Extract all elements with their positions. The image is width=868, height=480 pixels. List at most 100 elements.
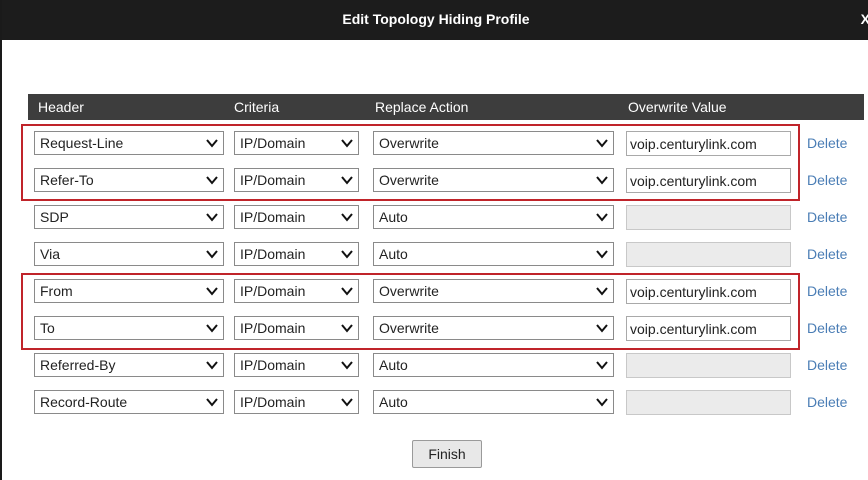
chevron-down-icon bbox=[595, 282, 609, 300]
chevron-down-icon bbox=[340, 208, 354, 226]
header-select-value: Referred-By bbox=[40, 357, 116, 373]
table-row: Referred-By IP/Domain Auto Delete bbox=[28, 348, 864, 382]
criteria-select[interactable]: IP/Domain bbox=[234, 279, 359, 303]
criteria-select-value: IP/Domain bbox=[240, 209, 306, 225]
delete-link[interactable]: Delete bbox=[807, 246, 847, 262]
replace-action-select-value: Overwrite bbox=[379, 135, 439, 151]
column-header-overwrite-value: Overwrite Value bbox=[628, 99, 727, 115]
overwrite-value-input bbox=[626, 353, 791, 378]
replace-action-select[interactable]: Overwrite bbox=[373, 316, 614, 340]
column-header-replace-action: Replace Action bbox=[375, 99, 469, 115]
criteria-select-value: IP/Domain bbox=[240, 172, 306, 188]
chevron-down-icon bbox=[595, 208, 609, 226]
chevron-down-icon bbox=[595, 245, 609, 263]
overwrite-value-input[interactable]: voip.centurylink.com bbox=[626, 131, 791, 156]
replace-action-select[interactable]: Auto bbox=[373, 390, 614, 414]
chevron-down-icon bbox=[340, 319, 354, 337]
chevron-down-icon bbox=[205, 393, 219, 411]
header-select-value: Request-Line bbox=[40, 135, 124, 151]
header-select[interactable]: Referred-By bbox=[34, 353, 224, 377]
criteria-select-value: IP/Domain bbox=[240, 357, 306, 373]
header-select[interactable]: Request-Line bbox=[34, 131, 224, 155]
chevron-down-icon bbox=[340, 393, 354, 411]
table-row: Refer-To IP/Domain Overwrite voip.centuryli… bbox=[28, 163, 864, 197]
criteria-select[interactable]: IP/Domain bbox=[234, 390, 359, 414]
criteria-select-value: IP/Domain bbox=[240, 135, 306, 151]
replace-action-select[interactable]: Overwrite bbox=[373, 168, 614, 192]
delete-link[interactable]: Delete bbox=[807, 283, 847, 299]
replace-action-select-value: Auto bbox=[379, 246, 408, 262]
criteria-select[interactable]: IP/Domain bbox=[234, 242, 359, 266]
header-select[interactable]: Record-Route bbox=[34, 390, 224, 414]
header-select[interactable]: To bbox=[34, 316, 224, 340]
chevron-down-icon bbox=[205, 245, 219, 263]
criteria-select[interactable]: IP/Domain bbox=[234, 353, 359, 377]
replace-action-select[interactable]: Overwrite bbox=[373, 131, 614, 155]
overwrite-value-text: voip.centurylink.com bbox=[630, 321, 757, 337]
chevron-down-icon bbox=[340, 282, 354, 300]
header-select-value: Via bbox=[40, 246, 60, 262]
finish-button[interactable]: Finish bbox=[412, 440, 482, 468]
header-select[interactable]: Refer-To bbox=[34, 168, 224, 192]
delete-link[interactable]: Delete bbox=[807, 172, 847, 188]
overwrite-value-text: voip.centurylink.com bbox=[630, 284, 757, 300]
replace-action-select-value: Overwrite bbox=[379, 172, 439, 188]
replace-action-select[interactable]: Auto bbox=[373, 353, 614, 377]
header-select-value: From bbox=[40, 283, 73, 299]
criteria-select[interactable]: IP/Domain bbox=[234, 205, 359, 229]
overwrite-value-input[interactable]: voip.centurylink.com bbox=[626, 279, 791, 304]
replace-action-select[interactable]: Auto bbox=[373, 205, 614, 229]
replace-action-select-value: Auto bbox=[379, 209, 408, 225]
chevron-down-icon bbox=[205, 208, 219, 226]
replace-action-select[interactable]: Auto bbox=[373, 242, 614, 266]
header-select-value: SDP bbox=[40, 209, 69, 225]
chevron-down-icon bbox=[595, 134, 609, 152]
table-row: From IP/Domain Overwrite voip.centurylink.c… bbox=[28, 274, 864, 308]
criteria-select[interactable]: IP/Domain bbox=[234, 168, 359, 192]
delete-link[interactable]: Delete bbox=[807, 320, 847, 336]
header-select[interactable]: SDP bbox=[34, 205, 224, 229]
table-row: Record-Route IP/Domain Auto Delete bbox=[28, 385, 864, 419]
table-row: To IP/Domain Overwrite voip.centurylink.com… bbox=[28, 311, 864, 345]
overwrite-value-input[interactable]: voip.centurylink.com bbox=[626, 316, 791, 341]
chevron-down-icon bbox=[205, 282, 219, 300]
chevron-down-icon bbox=[595, 393, 609, 411]
header-select-value: Record-Route bbox=[40, 394, 128, 410]
delete-link[interactable]: Delete bbox=[807, 209, 847, 225]
header-select-value: To bbox=[40, 320, 55, 336]
criteria-select-value: IP/Domain bbox=[240, 283, 306, 299]
chevron-down-icon bbox=[595, 171, 609, 189]
overwrite-value-input bbox=[626, 390, 791, 415]
chevron-down-icon bbox=[340, 171, 354, 189]
chevron-down-icon bbox=[340, 356, 354, 374]
criteria-select[interactable]: IP/Domain bbox=[234, 131, 359, 155]
chevron-down-icon bbox=[340, 134, 354, 152]
table-row: Via IP/Domain Auto Delete bbox=[28, 237, 864, 271]
overwrite-value-input[interactable]: voip.centurylink.com bbox=[626, 168, 791, 193]
replace-action-select-value: Auto bbox=[379, 394, 408, 410]
chevron-down-icon bbox=[340, 245, 354, 263]
dialog-title: Edit Topology Hiding Profile bbox=[342, 11, 530, 27]
replace-action-select[interactable]: Overwrite bbox=[373, 279, 614, 303]
delete-link[interactable]: Delete bbox=[807, 394, 847, 410]
table-row: SDP IP/Domain Auto Delete bbox=[28, 200, 864, 234]
header-select[interactable]: From bbox=[34, 279, 224, 303]
delete-link[interactable]: Delete bbox=[807, 135, 847, 151]
replace-action-select-value: Auto bbox=[379, 357, 408, 373]
chevron-down-icon bbox=[205, 134, 219, 152]
criteria-select[interactable]: IP/Domain bbox=[234, 316, 359, 340]
delete-link[interactable]: Delete bbox=[807, 357, 847, 373]
criteria-select-value: IP/Domain bbox=[240, 394, 306, 410]
table-header: Header Criteria Replace Action Overwrite… bbox=[28, 94, 864, 120]
chevron-down-icon bbox=[205, 319, 219, 337]
chevron-down-icon bbox=[205, 171, 219, 189]
close-icon[interactable]: X bbox=[856, 11, 868, 27]
table-row: Request-Line IP/Domain Overwrite voip.centu… bbox=[28, 126, 864, 160]
overwrite-value-input bbox=[626, 205, 791, 230]
criteria-select-value: IP/Domain bbox=[240, 320, 306, 336]
overwrite-value-text: voip.centurylink.com bbox=[630, 173, 757, 189]
header-select-value: Refer-To bbox=[40, 172, 94, 188]
column-header-header: Header bbox=[38, 99, 84, 115]
header-select[interactable]: Via bbox=[34, 242, 224, 266]
edit-topology-dialog: Edit Topology Hiding Profile X Header Cr… bbox=[0, 0, 868, 480]
